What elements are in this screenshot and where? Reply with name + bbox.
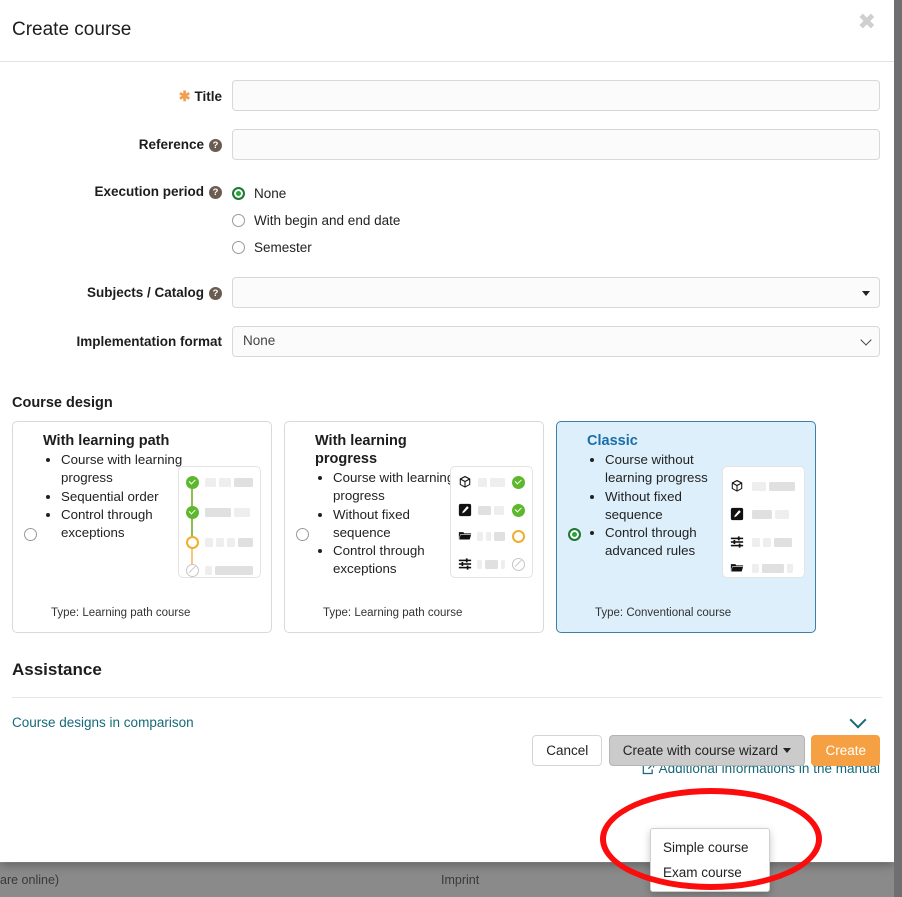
radio-indicator[interactable] — [296, 528, 309, 541]
form-row-execution-period: Execution period? None With begin and en… — [0, 180, 894, 261]
course-wizard-dropdown-menu: Simple course Exam course — [650, 828, 770, 892]
form-row-implementation-format: Implementation format None — [0, 326, 894, 357]
form-row-subjects-catalog: Subjects / Catalog? — [0, 277, 894, 308]
card-type-text: Type: Learning path course — [51, 606, 201, 622]
radio-option-semester[interactable]: Semester — [232, 234, 880, 261]
caret-down-icon — [783, 748, 791, 753]
learning-path-illustration — [178, 466, 261, 578]
assistance-heading: Assistance — [12, 660, 882, 689]
list-item: Course without learning progress — [605, 451, 737, 487]
form-row-title: ✱Title — [0, 80, 894, 111]
status-done-icon — [186, 506, 199, 519]
card-title: With learning path — [43, 432, 183, 450]
list-item: Control through exceptions — [333, 542, 465, 578]
implementation-format-value: None — [243, 333, 275, 348]
list-item: Without fixed sequence — [605, 488, 737, 524]
required-asterisk-icon: ✱ — [179, 88, 191, 104]
folder-icon — [730, 561, 744, 575]
list-item: Sequential order — [61, 488, 193, 506]
radio-indicator — [232, 214, 245, 227]
folder-icon — [458, 529, 472, 543]
create-with-course-wizard-button[interactable]: Create with course wizard — [609, 735, 805, 766]
card-type-text: Type: Learning path course — [323, 606, 473, 622]
radio-indicator[interactable] — [24, 528, 37, 541]
course-design-card-learning-path[interactable]: With learning path Course with learning … — [12, 421, 272, 633]
subjects-catalog-label: Subjects / Catalog? — [0, 277, 232, 300]
edit-square-icon — [458, 503, 472, 517]
screen: are online) Imprint Create course ✖ ✱Tit… — [0, 0, 902, 897]
card-title: Classic — [587, 432, 727, 450]
menu-item-exam-course[interactable]: Exam course — [651, 860, 769, 885]
card-bullet-list: Course with learning progress Sequential… — [43, 451, 193, 542]
form-row-reference: Reference? — [0, 129, 894, 160]
edit-square-icon — [730, 507, 744, 521]
cube-icon — [730, 479, 744, 493]
footer-online-text: are online) — [0, 873, 59, 887]
list-item: Without fixed sequence — [333, 506, 465, 542]
course-designs-comparison-link[interactable]: Course designs in comparison — [12, 715, 194, 730]
list-item: Course with learning progress — [333, 469, 465, 505]
implementation-format-label: Implementation format — [0, 326, 232, 349]
radio-indicator — [232, 187, 245, 200]
radio-label: Semester — [254, 240, 312, 255]
implementation-format-select[interactable]: None — [232, 326, 880, 357]
settings-sliders-icon — [458, 557, 472, 571]
page-scroll-strip[interactable] — [894, 0, 902, 897]
reference-label: Reference? — [0, 129, 232, 152]
radio-label: With begin and end date — [254, 213, 400, 228]
status-blocked-icon — [186, 564, 199, 577]
cube-icon — [458, 475, 472, 489]
course-design-card-learning-progress[interactable]: With learning progress Course with learn… — [284, 421, 544, 633]
create-button[interactable]: Create — [811, 735, 880, 766]
chevron-down-icon — [860, 334, 871, 345]
title-label: ✱Title — [0, 80, 232, 105]
caret-down-icon — [862, 291, 870, 296]
help-icon[interactable]: ? — [209, 139, 222, 152]
help-icon[interactable]: ? — [209, 287, 222, 300]
modal-action-bar: Cancel Create with course wizard Create — [0, 735, 894, 766]
title-input[interactable] — [232, 80, 880, 111]
page-title: Create course — [12, 19, 131, 41]
status-current-icon — [186, 536, 199, 549]
status-blocked-icon — [512, 558, 525, 571]
status-done-icon — [186, 476, 199, 489]
classic-illustration — [722, 466, 805, 578]
status-current-icon — [512, 530, 525, 543]
create-course-modal: Create course ✖ ✱Title Reference? — [0, 0, 894, 862]
radio-indicator[interactable] — [568, 528, 581, 541]
course-design-cards: With learning path Course with learning … — [0, 421, 894, 633]
radio-option-none[interactable]: None — [232, 180, 880, 207]
modal-header: Create course ✖ — [0, 0, 894, 62]
footer-imprint-link[interactable]: Imprint — [441, 873, 479, 887]
radio-label: None — [254, 186, 286, 201]
subjects-catalog-select[interactable] — [232, 277, 880, 308]
cancel-button[interactable]: Cancel — [532, 735, 602, 766]
status-done-icon — [512, 476, 525, 489]
menu-item-simple-course[interactable]: Simple course — [651, 835, 769, 860]
execution-period-radio-group: None With begin and end date Semester — [232, 180, 894, 261]
course-design-card-classic[interactable]: Classic Course without learning progress… — [556, 421, 816, 633]
execution-period-label: Execution period? — [0, 180, 232, 199]
learning-progress-illustration — [450, 466, 533, 578]
reference-input[interactable] — [232, 129, 880, 160]
card-bullet-list: Course with learning progress Without fi… — [315, 469, 465, 578]
radio-option-begin-end-date[interactable]: With begin and end date — [232, 207, 880, 234]
status-done-icon — [512, 504, 525, 517]
course-design-heading: Course design — [12, 395, 894, 411]
close-icon[interactable]: ✖ — [854, 9, 880, 35]
list-item: Control through advanced rules — [605, 524, 737, 560]
list-item: Course with learning progress — [61, 451, 193, 487]
card-type-text: Type: Conventional course — [595, 606, 745, 622]
card-bullet-list: Course without learning progress Without… — [587, 451, 737, 560]
modal-body: ✱Title Reference? Execution period? — [0, 80, 894, 778]
card-title: With learning progress — [315, 432, 455, 468]
chevron-down-icon[interactable] — [850, 712, 867, 729]
radio-indicator — [232, 241, 245, 254]
settings-sliders-icon — [730, 535, 744, 549]
help-icon[interactable]: ? — [209, 186, 222, 199]
list-item: Control through exceptions — [61, 506, 193, 542]
